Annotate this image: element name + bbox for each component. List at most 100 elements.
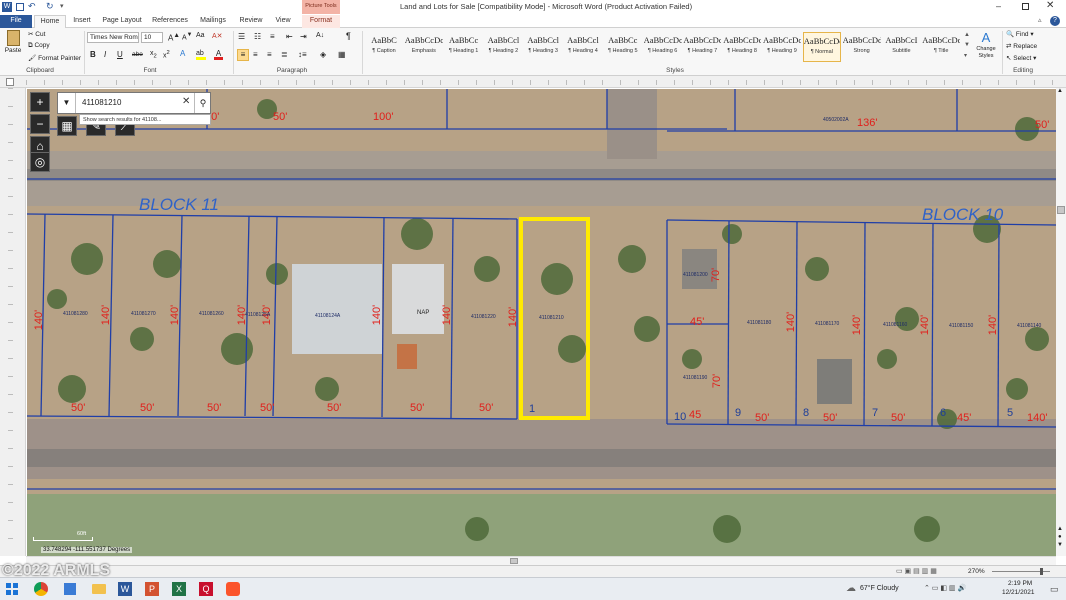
change-styles-button[interactable]: A Change Styles [972,30,1000,66]
grow-font-icon[interactable]: A▲ [168,32,180,43]
numbering-icon[interactable]: ☷ [254,32,261,41]
prev-page-icon[interactable]: ▲ [1057,526,1063,532]
tab-mailings[interactable]: Mailings [196,15,230,28]
shrink-font-icon[interactable]: A▼ [182,32,192,41]
copy-button[interactable]: ⧉ Copy [28,42,50,50]
align-right-icon[interactable]: ≡ [267,50,272,59]
style-item[interactable]: AaBbCcDc ¶ Heading 9 [763,32,801,62]
style-item[interactable]: AaBbCcDc ¶ Heading 8 [723,32,761,62]
decrease-indent-icon[interactable]: ⇤ [286,32,293,41]
close-button[interactable]: ✕ [1046,0,1054,11]
align-center-icon[interactable]: ≡ [253,50,258,59]
qat-customize-icon[interactable]: ▾ [60,2,64,10]
tab-review[interactable]: Review [236,15,266,28]
justify-icon[interactable]: ≣ [281,50,288,59]
cut-button[interactable]: ✂ Cut [28,30,45,38]
text-effects-icon[interactable]: A [180,49,185,58]
save-icon[interactable] [16,3,24,11]
shading-icon[interactable]: ◈ [320,50,326,59]
style-item[interactable]: AaBbCcDd Strong [843,32,881,62]
align-left-button[interactable]: ≡ [237,49,249,61]
style-item[interactable]: AaBbCcDc Emphasis [405,32,443,62]
clear-format-icon[interactable]: A✕ [212,32,223,40]
sort-icon[interactable]: A↓ [316,32,324,39]
style-item[interactable]: AaBbCcDc ¶ Normal [802,32,841,62]
vertical-ruler[interactable] [0,88,26,556]
view-buttons[interactable]: ▭ ▣ ▤ ▥ ▦ [896,567,937,575]
superscript-icon[interactable]: x2 [163,50,170,59]
style-item[interactable]: AaBbCcl ¶ Heading 3 [524,32,562,62]
search-button[interactable]: ⚲ [194,93,211,113]
subscript-icon[interactable]: x2 [150,50,157,59]
tab-insert[interactable]: Insert [68,15,96,28]
ribbon-minimize-icon[interactable]: ▵ [1038,16,1042,24]
excel-icon[interactable]: X [172,582,186,596]
gallery-scroll-down-icon[interactable]: ▼ [964,42,970,48]
style-item[interactable]: AaBbCcDdl ¶ Title [922,32,960,62]
clear-search-icon[interactable]: ✕ [182,96,190,107]
zoom-in-button[interactable]: + [30,92,50,112]
tab-page-layout[interactable]: Page Layout [100,15,144,28]
find-button[interactable]: 🔍 Find ▾ [1006,30,1034,38]
bullets-icon[interactable]: ☰ [238,32,245,41]
help-icon[interactable]: ? [1050,16,1060,26]
locate-button[interactable]: ◎ [30,152,50,172]
quicken-icon[interactable]: Q [199,582,213,596]
ruler-tab-selector[interactable] [6,78,14,86]
hscroll-thumb[interactable] [510,558,518,564]
style-item[interactable]: AaBbCc ¶ Heading 5 [604,32,642,62]
search-dropdown-button[interactable]: ▼ [58,93,76,113]
weather-text[interactable]: 67°F Cloudy [860,585,899,592]
bold-button[interactable]: B [90,50,96,59]
publisher-icon[interactable]: P [145,582,159,596]
scroll-thumb[interactable] [1057,206,1065,214]
vertical-scrollbar[interactable]: ▲ ▲ ● ▼ [1056,88,1066,556]
minimize-button[interactable]: – [996,1,1001,11]
style-item[interactable]: AaBbC ¶ Caption [365,32,403,62]
gallery-more-icon[interactable]: ▾ [964,52,967,59]
show-marks-button[interactable]: ¶ [346,31,351,41]
increase-indent-icon[interactable]: ⇥ [300,32,307,41]
style-item[interactable]: AaBbCcDc ¶ Heading 6 [644,32,682,62]
line-spacing-icon[interactable]: ↕≡ [298,50,307,59]
gallery-scroll-up-icon[interactable]: ▲ [964,32,970,38]
redo-icon[interactable]: ↻ [46,1,54,12]
strikethrough-button[interactable]: abe [132,51,143,58]
next-page-icon[interactable]: ▼ [1057,542,1063,548]
zoom-level[interactable]: 270% [968,568,985,575]
layers-button[interactable]: ▦ [57,116,77,136]
style-item[interactable]: AaBbCcl ¶ Heading 4 [564,32,602,62]
tray-icons[interactable]: ⌃ ▭ ◧ ▥ 🔊 [924,584,966,592]
brave-icon[interactable] [226,582,240,596]
undo-icon[interactable]: ↶ [28,1,36,12]
clock-date[interactable]: 12/21/2021 [1002,589,1035,596]
font-name-select[interactable]: Times New Rom [87,32,139,43]
borders-icon[interactable]: ▦ [338,50,346,59]
multilevel-list-icon[interactable]: ≡ [270,32,275,41]
windows-start-icon[interactable] [6,583,18,595]
style-item[interactable]: AaBbCcDc ¶ Heading 7 [683,32,721,62]
style-item[interactable]: AaBbCcl ¶ Heading 2 [484,32,522,62]
replace-button[interactable]: ⇄ Replace [1006,42,1037,50]
tab-file[interactable]: File [0,15,32,28]
search-suggestion[interactable]: Show search results for 41108... [79,114,211,125]
zoom-slider-thumb[interactable] [1040,568,1043,575]
paste-button[interactable]: Paste [3,30,23,64]
word-app-icon[interactable]: W [2,2,12,12]
parcel-map-image[interactable]: BLOCK 11 BLOCK 10 50' 50' 100' 136' 50' … [27,89,1056,556]
tab-references[interactable]: References [150,15,190,28]
style-item[interactable]: AaBbCc ¶ Heading 1 [445,32,483,62]
change-case-icon[interactable]: Aa [196,32,205,39]
highlight-icon[interactable]: ab [196,50,206,60]
horizontal-ruler[interactable] [0,76,1066,88]
notification-icon[interactable]: ▭ [1050,584,1059,595]
chrome-icon[interactable] [34,582,48,596]
clock-time[interactable]: 2:19 PM [1008,580,1032,587]
underline-button[interactable]: U [117,50,123,59]
restore-button[interactable] [1022,3,1029,10]
zoom-out-button[interactable]: − [30,114,50,134]
word-taskbar-icon[interactable]: W [118,582,132,596]
italic-button[interactable]: I [104,50,106,59]
search-input[interactable]: 411081210 [82,98,121,107]
font-size-select[interactable]: 10 [141,32,163,43]
